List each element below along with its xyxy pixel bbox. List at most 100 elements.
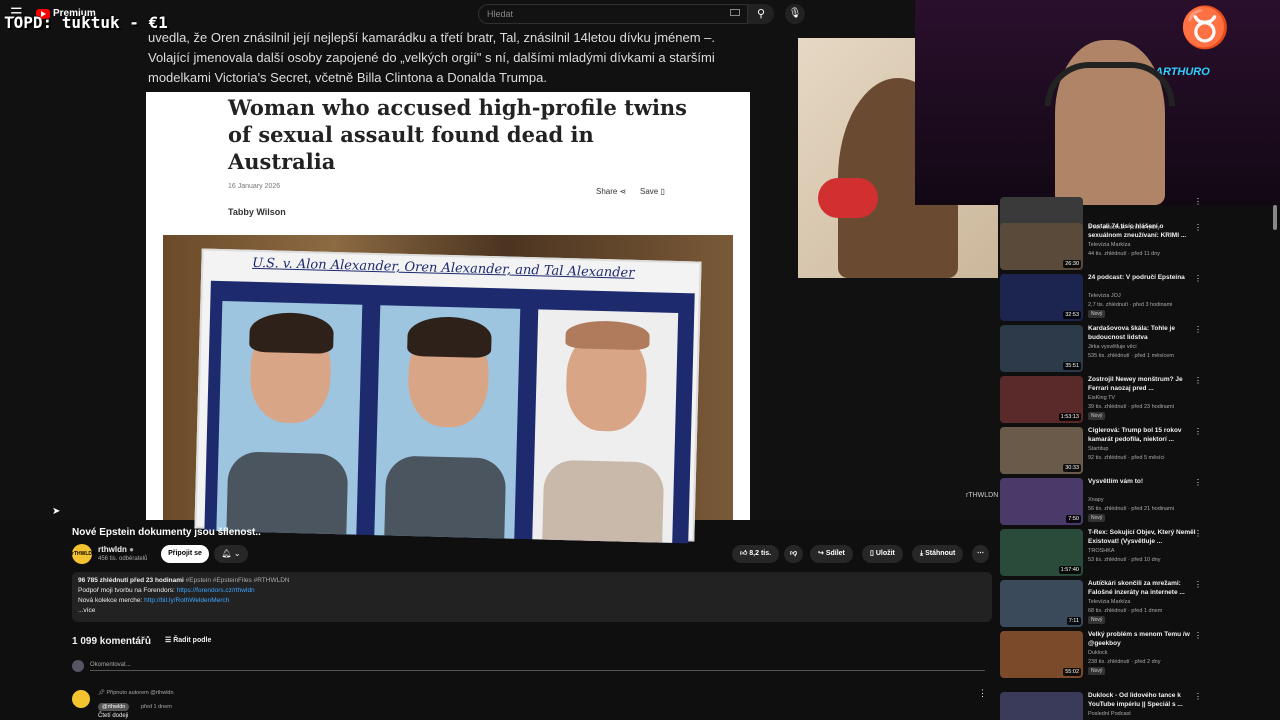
recommendation-item[interactable]: 7:50 Vysvětlím vám to! Xnapy 56 tis. zhlédn… <box>1000 478 1270 530</box>
recommendation-channel[interactable]: Poslední Podcast <box>1088 711 1131 717</box>
pin-icon: 📌︎ <box>98 690 105 696</box>
video-thumbnail[interactable] <box>1000 692 1083 720</box>
new-badge: Nový <box>1088 667 1106 675</box>
recommendation-channel[interactable]: TROSHKA <box>1088 548 1115 554</box>
forendors-link[interactable]: https://forendors.cz/rthwldn <box>177 587 255 594</box>
comment-more-icon[interactable]: ⋮ <box>978 688 987 699</box>
video-thumbnail[interactable]: 1:57:40 <box>1000 529 1083 576</box>
headphones <box>1045 62 1175 106</box>
mugshot-2 <box>374 305 521 539</box>
channel-name[interactable]: rthwldn ● <box>98 545 134 554</box>
video-thumbnail[interactable]: 1:53:13 <box>1000 376 1083 423</box>
recommendation-channel[interactable]: Xnapy <box>1088 497 1104 503</box>
recommendation-title[interactable]: T-Rex: Šokující Objev, Který Neměl Exist… <box>1088 529 1198 546</box>
verified-icon: ● <box>129 545 134 554</box>
more-vertical-icon[interactable]: ⋮ <box>1194 325 1202 334</box>
sort-comments-button[interactable]: ☰ Řadit podle <box>165 636 211 644</box>
recommendation-item[interactable]: 1:53:13 Zostrojil Newey monštrum? Je Ferr… <box>1000 376 1270 428</box>
recommendation-item[interactable]: 7:11 Autíčkári skončili za mrežami: Faloš… <box>1000 580 1270 632</box>
recommendation-title[interactable]: Vysvětlím vám to! <box>1088 478 1198 487</box>
more-vertical-icon[interactable]: ⋮ <box>1194 376 1202 385</box>
video-thumbnail[interactable]: 55:02 <box>1000 631 1083 678</box>
video-duration: 1:53:13 <box>1058 413 1081 421</box>
recommendation-title[interactable]: Autíčkári skončili za mrežami: Falošné i… <box>1088 580 1198 597</box>
video-thumbnail[interactable]: 26:30 <box>1000 223 1083 270</box>
recommendation-channel[interactable]: Televízia JOJ <box>1088 293 1121 299</box>
comment-input[interactable]: Okomentovat... <box>90 662 985 671</box>
pinned-comment-author[interactable]: @rthwldn <box>98 703 130 711</box>
recommendation-channel[interactable]: Televízia Markíza <box>1088 242 1131 248</box>
recommendation-title[interactable]: Duklock - Od lidového tance k YouTube im… <box>1088 692 1198 709</box>
article-date: 16 January 2026 <box>228 183 281 190</box>
article-share: Share ⋖ <box>596 187 627 196</box>
keyboard-icon[interactable] <box>730 9 740 16</box>
webcam-streamer: ♉ ARTHURO <box>915 0 1280 205</box>
sidebar-scrollbar[interactable] <box>1273 205 1277 230</box>
like-button[interactable]: 👍︎ 8,2 tis. <box>732 545 780 563</box>
recommendations-sidebar: 1:29:483 mil. zhlédnutí · před 2 týdny⋮2… <box>1000 197 1280 720</box>
recommendation-item[interactable]: Duklock - Od lidového tance k YouTube im… <box>1000 692 1270 720</box>
more-actions-button[interactable]: ⋯ <box>972 545 989 563</box>
views-line: 96 785 zhlédnutí před 23 hodinami <box>78 577 184 584</box>
search-input[interactable]: Hledat <box>478 4 748 24</box>
share-button[interactable]: ↪ Sdílet <box>810 545 853 563</box>
recommendation-item[interactable]: 30:33 Ciglerová: Trump bol 15 rokov kamar… <box>1000 427 1270 479</box>
recommendation-title[interactable]: Dostali 74 tisíc hlášení o sexuálnom zne… <box>1088 223 1198 240</box>
pinned-comment-avatar[interactable] <box>72 690 90 708</box>
dislike-button[interactable]: 👎︎ <box>784 545 804 563</box>
pinned-comment-time[interactable]: před 1 dnem <box>141 704 172 710</box>
recommendation-title[interactable]: Ciglerová: Trump bol 15 rokov kamarát pe… <box>1088 427 1198 444</box>
recommendation-channel[interactable]: Televízia Markíza <box>1088 599 1131 605</box>
more-vertical-icon[interactable]: ⋮ <box>1194 529 1202 538</box>
search-icon: ⚲ <box>756 8 766 20</box>
video-thumbnail[interactable]: 7:50 <box>1000 478 1083 525</box>
merch-link[interactable]: http://bit.ly/RothWeldenMerch <box>144 597 229 604</box>
video-thumbnail[interactable]: 7:11 <box>1000 580 1083 627</box>
recommendation-title[interactable]: Velký problém s menom Temu /w @geekboy <box>1088 631 1198 648</box>
video-description[interactable]: 96 785 zhlédnutí před 23 hodinami #Epste… <box>72 572 992 622</box>
join-button[interactable]: Připojit se <box>161 545 209 563</box>
more-vertical-icon[interactable]: ⋮ <box>1194 478 1202 487</box>
recommendation-channel[interactable]: Startitup <box>1088 446 1108 452</box>
more-vertical-icon[interactable]: ⋮ <box>1194 274 1202 283</box>
recommendation-title[interactable]: Zostrojil Newey monštrum? Je Ferrari nao… <box>1088 376 1198 393</box>
recommendation-item[interactable]: 35:51 Kardašovova škála: Tohle je budoucn… <box>1000 325 1270 377</box>
pinned-label: 📌︎ Připnuto autorem @rthwldn <box>98 690 174 696</box>
video-duration: 32:53 <box>1063 311 1081 319</box>
save-button[interactable]: ▯ Uložit <box>862 545 903 563</box>
video-duration: 35:51 <box>1063 362 1081 370</box>
recommendation-item[interactable]: 32:53 24 podcast: V područí Epsteina Telev… <box>1000 274 1270 326</box>
notification-bell-button[interactable]: 🔔︎ ⌄ <box>214 545 248 563</box>
recommendation-meta: 56 tis. zhlédnutí · před 21 hodinami <box>1088 506 1174 512</box>
recommendation-channel[interactable]: Duklock <box>1088 650 1108 656</box>
recommendation-title[interactable]: 24 podcast: V područí Epsteina <box>1088 274 1198 283</box>
video-watermark: rTHWLDN <box>966 492 999 499</box>
video-thumbnail[interactable]: 32:53 <box>1000 274 1083 321</box>
video-thumbnail[interactable]: 35:51 <box>1000 325 1083 372</box>
more-vertical-icon[interactable]: ⋮ <box>1194 631 1202 640</box>
channel-avatar[interactable]: rTHWLDN <box>72 544 96 564</box>
hashtags[interactable]: #Epstein #EpsteinFiles #RTHWLDN <box>186 577 290 584</box>
video-thumbnail[interactable]: 30:33 <box>1000 427 1083 474</box>
share-icon: ⋖ <box>619 187 627 196</box>
more-vertical-icon[interactable]: ⋮ <box>1194 427 1202 436</box>
video-duration: 1:57:40 <box>1058 566 1081 574</box>
recommendation-item[interactable]: 1:57:40 T-Rex: Šokující Objev, Který Nemě… <box>1000 529 1270 581</box>
download-button[interactable]: ⤓ Stáhnout <box>912 545 964 563</box>
recommendation-meta: 238 tis. zhlédnutí · před 2 dny <box>1088 659 1161 665</box>
recommendation-channel[interactable]: Jirka vysvětluje věci <box>1088 344 1137 350</box>
more-vertical-icon[interactable]: ⋮ <box>1194 692 1202 701</box>
more-vertical-icon[interactable]: ⋮ <box>1194 197 1202 206</box>
more-vertical-icon[interactable]: ⋮ <box>1194 223 1202 232</box>
recommendation-title[interactable]: Kardašovova škála: Tohle je budoucnost l… <box>1088 325 1198 342</box>
video-duration: 7:11 <box>1066 617 1081 625</box>
stream-overlay-title: TOPD: tuktuk - €1 <box>4 13 168 32</box>
voice-search-button[interactable]: 🎙 <box>785 4 805 24</box>
show-more-link[interactable]: ...více <box>78 606 986 616</box>
recommendation-channel[interactable]: EisKing TV <box>1088 395 1115 401</box>
recommendation-item[interactable]: 55:02 Velký problém s menom Temu /w @geek… <box>1000 631 1270 683</box>
mugshot-poster: U.S. v. Alon Alexander, Oren Alexander, … <box>194 248 702 544</box>
recommendation-item[interactable]: 26:30 Dostali 74 tisíc hlášení o sexuálno… <box>1000 223 1270 275</box>
search-button[interactable]: ⚲ <box>748 4 774 24</box>
more-vertical-icon[interactable]: ⋮ <box>1194 580 1202 589</box>
